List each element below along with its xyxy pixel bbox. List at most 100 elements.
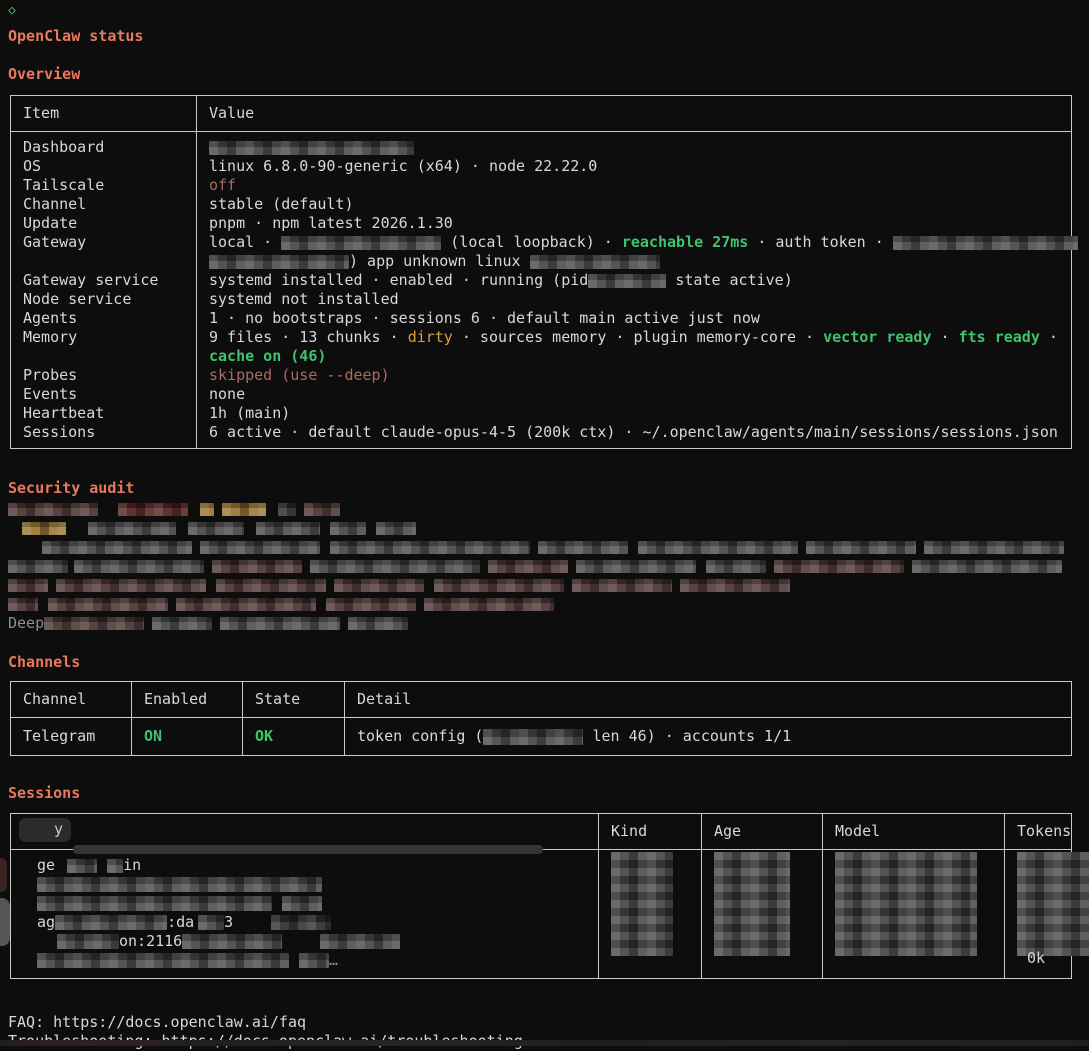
redacted-block: [576, 560, 696, 573]
redacted-block: [37, 953, 289, 968]
redacted-block: [74, 560, 204, 573]
terminal-text-line: systemd not installed: [209, 290, 1063, 309]
spacer: [98, 509, 118, 510]
redacted-block: [216, 579, 326, 592]
terminal-text: ·: [931, 328, 958, 346]
redacted-block: [8, 560, 68, 573]
faq-line: FAQ: https://docs.openclaw.ai/faq: [8, 1013, 1081, 1032]
redacted-block: [37, 877, 322, 892]
terminal-text-line: 9 files · 13 chunks · dirty · sources me…: [209, 328, 1063, 347]
redacted-block: [334, 579, 424, 592]
sessions-kind-cell: [599, 850, 702, 979]
redacted-block: [8, 503, 98, 516]
terminal-output: ◇ OpenClaw status Overview Item Value Da…: [0, 0, 1089, 1051]
redacted-block: [220, 617, 340, 630]
terminal-text: 6 active · default claude-opus-4-5 (200k…: [209, 423, 1058, 441]
terminal-text: systemd not installed: [209, 290, 399, 308]
terminal-text: state active): [666, 271, 792, 289]
overview-col-item-header: Item: [11, 96, 197, 132]
terminal-text-line: [8, 576, 1081, 595]
detail-prefix: token config (: [357, 727, 483, 745]
channels-table: Channel Enabled State Detail Telegram ON…: [10, 681, 1072, 756]
spacer: [23, 907, 37, 908]
terminal-text-line: local · (local loopback) · reachable 27m…: [209, 233, 1063, 252]
spacer: [212, 623, 220, 624]
terminal-text-line: Gateway: [23, 233, 188, 252]
spacer: [48, 585, 56, 586]
terminal-text: (local loopback) ·: [441, 233, 622, 251]
terminal-text-line: Update: [23, 214, 188, 233]
redacted-block: [118, 503, 188, 516]
window-bottom-edge: [0, 1040, 1089, 1046]
redacted-block: [37, 896, 272, 911]
channel-enabled-cell: ON: [132, 718, 243, 756]
terminal-text: linux 6.8.0-90-generic (x64) · node 22.2…: [209, 157, 597, 175]
spacer: [8, 528, 22, 529]
table-row: Telegram ON OK token config ( len 46) · …: [11, 718, 1072, 756]
spacer: [530, 547, 538, 548]
redacted-block: [638, 541, 798, 554]
terminal-text-line: stable (default): [209, 195, 1063, 214]
redacted-block: [912, 560, 1062, 573]
redacted-block: [44, 617, 144, 630]
terminal-text: Deep: [8, 614, 44, 633]
redacted-block: [538, 541, 628, 554]
spacer: [316, 604, 326, 605]
spacer: [672, 585, 680, 586]
terminal-text-line: [8, 519, 1081, 538]
terminal-text: none: [209, 385, 245, 403]
terminal-text: skipped (use --deep): [209, 366, 390, 384]
faq-link[interactable]: https://docs.openclaw.ai/faq: [53, 1013, 306, 1031]
redacted-block: [299, 953, 329, 968]
page-title: OpenClaw status: [8, 27, 1081, 46]
terminal-text-line: Gateway service: [23, 271, 188, 290]
detail-suffix: len 46) · accounts 1/1: [583, 727, 791, 745]
terminal-text: cache on (46): [209, 347, 326, 365]
redacted-block: [424, 598, 554, 611]
terminal-text: · sources memory · plugin memory-core ·: [453, 328, 823, 346]
terminal-text-line: Tailscale: [23, 176, 188, 195]
spacer: [296, 509, 304, 510]
redaction-smudge: [0, 858, 7, 892]
spacer: [23, 945, 57, 946]
sessions-table: y Kind Age Model Tokens geinag:da3on:211…: [10, 813, 1072, 979]
spacer: [282, 945, 320, 946]
redacted-block: [56, 579, 206, 592]
redacted-block: [200, 503, 214, 516]
terminal-text-line: 1h (main): [209, 404, 1063, 423]
redacted-block: [680, 579, 790, 592]
terminal-text-line: off: [209, 176, 1063, 195]
terminal-text-line: Probes: [23, 366, 188, 385]
sessions-col-tokens-header: Tokens: [1005, 814, 1072, 850]
spacer: [204, 566, 212, 567]
redacted-block: [483, 729, 583, 745]
spacer: [23, 888, 37, 889]
spacer: [320, 528, 330, 529]
redacted-block: [806, 541, 916, 554]
spacer: [144, 623, 152, 624]
terminal-text-line: Heartbeat: [23, 404, 188, 423]
spacer: [8, 547, 42, 548]
spacer: [904, 566, 912, 567]
terminal-text: · auth token ·: [748, 233, 893, 251]
redacted-block: [271, 915, 331, 930]
redacted-block: [176, 598, 316, 611]
prompt-line: ◇: [8, 0, 1081, 19]
spacer: [568, 566, 576, 567]
redacted-block: [588, 274, 666, 288]
redacted-block: [330, 522, 366, 535]
channels-col-channel-header: Channel: [11, 682, 132, 718]
spacer: [272, 907, 282, 908]
spacer: [266, 509, 278, 510]
redacted-block: [310, 560, 480, 573]
diamond-icon: ◇: [8, 5, 16, 16]
terminal-text-line: ag:da3: [23, 913, 590, 932]
spacer: [23, 869, 37, 870]
redacted-block: [8, 579, 48, 592]
redacted-block: [706, 560, 766, 573]
redacted-block: [835, 852, 977, 956]
spacer: [696, 566, 706, 567]
terminal-text: :da: [167, 913, 194, 931]
terminal-text-line: OS: [23, 157, 188, 176]
spacer: [206, 585, 216, 586]
